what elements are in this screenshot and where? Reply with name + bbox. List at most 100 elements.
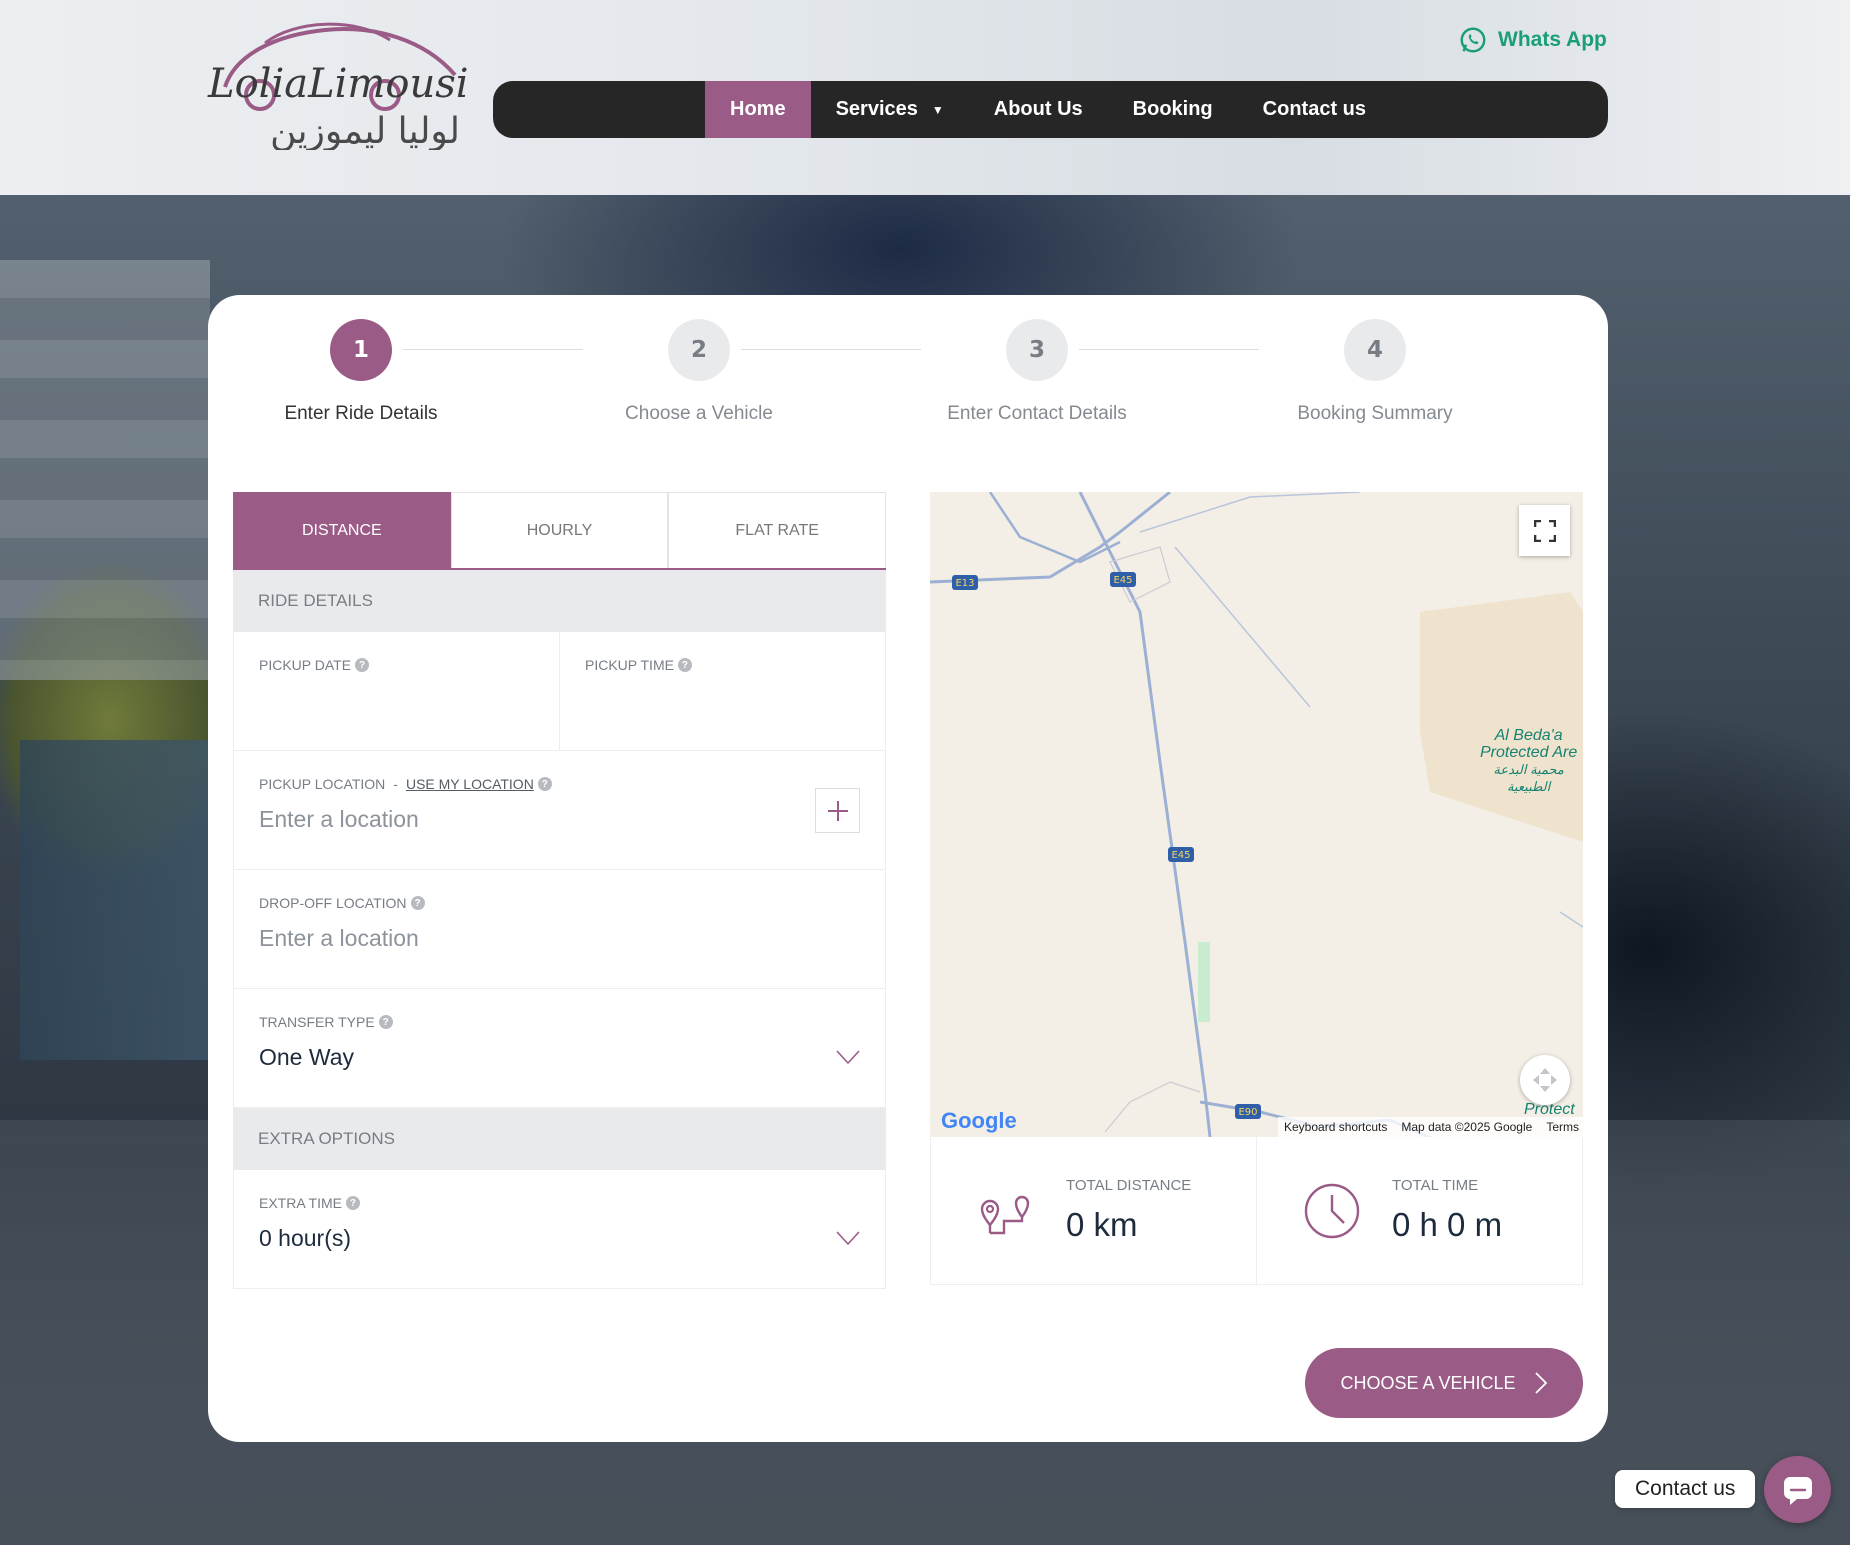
help-icon[interactable]: ?: [355, 658, 370, 672]
step-4[interactable]: 4 Booking Summary: [1245, 319, 1505, 425]
chevron-down-icon[interactable]: [836, 1049, 860, 1065]
map-fullscreen-button[interactable]: [1519, 505, 1570, 556]
step-label: Enter Contact Details: [947, 403, 1127, 424]
pickup-date-label-text: PICKUP DATE: [259, 657, 352, 673]
route-totals: TOTAL DISTANCE 0 km TOTAL TIME 0 h 0 m: [930, 1137, 1583, 1285]
road-label: E13: [955, 578, 974, 589]
step-1[interactable]: 1 Enter Ride Details: [231, 319, 491, 425]
keyboard-shortcuts-link[interactable]: Keyboard shortcuts: [1284, 1120, 1387, 1134]
total-distance-text: TOTAL DISTANCE 0 km: [1066, 1177, 1191, 1244]
nav-contact-label: Contact us: [1262, 98, 1366, 120]
total-time-text: TOTAL TIME 0 h 0 m: [1392, 1177, 1502, 1244]
step-number: 3: [1006, 319, 1068, 381]
map-pan-control[interactable]: [1520, 1055, 1570, 1105]
background-building: [0, 260, 210, 680]
pickup-location-input[interactable]: [259, 806, 779, 833]
label-separator: -: [393, 776, 398, 792]
help-icon[interactable]: ?: [378, 1015, 393, 1029]
transfer-type-value: One Way: [259, 1044, 355, 1070]
route-pins-icon: [980, 1195, 1030, 1234]
booking-card: 1 Enter Ride Details 2 Choose a Vehicle …: [208, 295, 1608, 1442]
chevron-down-icon[interactable]: [836, 1230, 860, 1246]
dropoff-location-field: DROP-OFF LOCATION ?: [234, 870, 885, 988]
pan-arrows-icon: [1533, 1068, 1557, 1092]
ride-details-form: DISTANCE HOURLY FLAT RATE RIDE DETAILS P…: [233, 492, 887, 1289]
step-label: Choose a Vehicle: [625, 403, 773, 424]
use-my-location-link[interactable]: USE MY LOCATION: [406, 776, 534, 792]
extra-time-label: EXTRA TIME ?: [259, 1195, 860, 1211]
brand-name-en: LoliaLimousine: [207, 61, 470, 107]
transfer-type-select[interactable]: TRANSFER TYPE ? One Way: [234, 989, 885, 1107]
nav-about-us[interactable]: About Us: [969, 81, 1108, 138]
extra-time-value: 0 hour(s): [259, 1225, 352, 1251]
extra-options-heading: EXTRA OPTIONS: [233, 1108, 886, 1170]
contact-widget-label[interactable]: Contact us: [1615, 1470, 1756, 1508]
tab-flat-rate[interactable]: FLAT RATE: [668, 492, 887, 568]
nav-home[interactable]: Home: [705, 81, 811, 138]
pickup-date-field[interactable]: PICKUP DATE ?: [234, 632, 559, 750]
nav-services-label: Services: [835, 98, 918, 120]
main-nav: Home Services ▼ About Us Booking Contact …: [493, 81, 1608, 138]
pickup-location-row: PICKUP LOCATION - USE MY LOCATION ?: [233, 751, 886, 870]
pickup-location-field: PICKUP LOCATION - USE MY LOCATION ?: [234, 751, 885, 869]
map-tiles: E13 E45 E45 E90: [930, 492, 1583, 1137]
fullscreen-icon: [1533, 519, 1556, 542]
dropoff-location-label: DROP-OFF LOCATION ?: [259, 895, 860, 911]
chevron-right-icon: [1534, 1372, 1547, 1394]
site-header: LoliaLimousine لوليا ليموزين Whats App H…: [0, 0, 1850, 195]
route-map[interactable]: E13 E45 E45 E90 Al Beda'a Protected Are …: [930, 492, 1583, 1137]
nav-booking[interactable]: Booking: [1108, 81, 1238, 138]
terms-link[interactable]: Terms: [1546, 1120, 1579, 1134]
brand-name-ar: لوليا ليموزين: [270, 111, 460, 150]
transfer-type-row: TRANSFER TYPE ? One Way: [233, 989, 886, 1108]
whatsapp-link[interactable]: Whats App: [1458, 25, 1607, 55]
place-name-line: Al Beda'a: [1494, 727, 1563, 744]
help-icon[interactable]: ?: [410, 896, 425, 910]
extra-time-label-text: EXTRA TIME: [259, 1195, 342, 1211]
help-icon[interactable]: ?: [537, 777, 552, 791]
tab-distance[interactable]: DISTANCE: [233, 492, 451, 568]
service-type-tabs: DISTANCE HOURLY FLAT RATE: [233, 492, 887, 570]
brand-logo[interactable]: LoliaLimousine لوليا ليموزين: [205, 15, 518, 152]
pickup-location-label-text: PICKUP LOCATION: [259, 776, 386, 792]
place-name-line: محمية البدعة: [1493, 762, 1564, 777]
transfer-type-label: TRANSFER TYPE ?: [259, 1014, 860, 1030]
choose-vehicle-label: CHOOSE A VEHICLE: [1340, 1372, 1516, 1393]
nav-about-label: About Us: [993, 98, 1083, 120]
contact-widget-text: Contact us: [1635, 1477, 1736, 1500]
clock-icon: [1304, 1183, 1360, 1238]
contact-widget-button[interactable]: [1764, 1456, 1831, 1523]
brand-logo-graphic: LoliaLimousine لوليا ليموزين: [207, 22, 518, 152]
ride-details-heading: RIDE DETAILS: [233, 570, 886, 632]
route-map-panel: E13 E45 E45 E90 Al Beda'a Protected Are …: [930, 492, 1583, 1285]
step-2[interactable]: 2 Choose a Vehicle: [569, 319, 829, 425]
tab-hourly[interactable]: HOURLY: [450, 492, 669, 568]
extra-time-row: EXTRA TIME ? 0 hour(s): [233, 1170, 886, 1289]
help-icon[interactable]: ?: [345, 1196, 360, 1210]
booking-steps: 1 Enter Ride Details 2 Choose a Vehicle …: [208, 319, 1608, 439]
nav-home-label: Home: [730, 98, 786, 120]
transfer-type-label-text: TRANSFER TYPE: [259, 1014, 375, 1030]
step-label: Enter Ride Details: [284, 403, 438, 424]
dropoff-location-input[interactable]: [259, 925, 779, 952]
add-waypoint-button[interactable]: [815, 788, 860, 833]
step-3[interactable]: 3 Enter Contact Details: [907, 319, 1167, 425]
road-label: E90: [1238, 1107, 1257, 1118]
plus-icon: [827, 800, 848, 821]
nav-services[interactable]: Services ▼: [811, 81, 969, 138]
help-icon[interactable]: ?: [677, 658, 692, 672]
road-label: E45: [1113, 575, 1132, 586]
extra-time-select[interactable]: EXTRA TIME ? 0 hour(s): [234, 1170, 885, 1288]
choose-vehicle-button[interactable]: CHOOSE A VEHICLE: [1305, 1348, 1583, 1418]
pickup-location-label: PICKUP LOCATION - USE MY LOCATION ?: [259, 776, 860, 792]
nav-contact-us[interactable]: Contact us: [1238, 81, 1391, 138]
step-label: Booking Summary: [1297, 403, 1453, 424]
total-time-value: 0 h 0 m: [1392, 1206, 1503, 1243]
pickup-time-field[interactable]: PICKUP TIME ?: [559, 632, 885, 750]
road-label: E45: [1171, 850, 1190, 861]
total-time: TOTAL TIME 0 h 0 m: [1256, 1137, 1582, 1284]
total-distance-value: 0 km: [1066, 1206, 1138, 1243]
map-place-al-bedaa: Al Beda'a Protected Are محمية البدعة الط…: [1480, 727, 1577, 795]
map-data-credit: Map data ©2025 Google: [1401, 1120, 1533, 1134]
dropoff-location-row: DROP-OFF LOCATION ?: [233, 870, 886, 989]
